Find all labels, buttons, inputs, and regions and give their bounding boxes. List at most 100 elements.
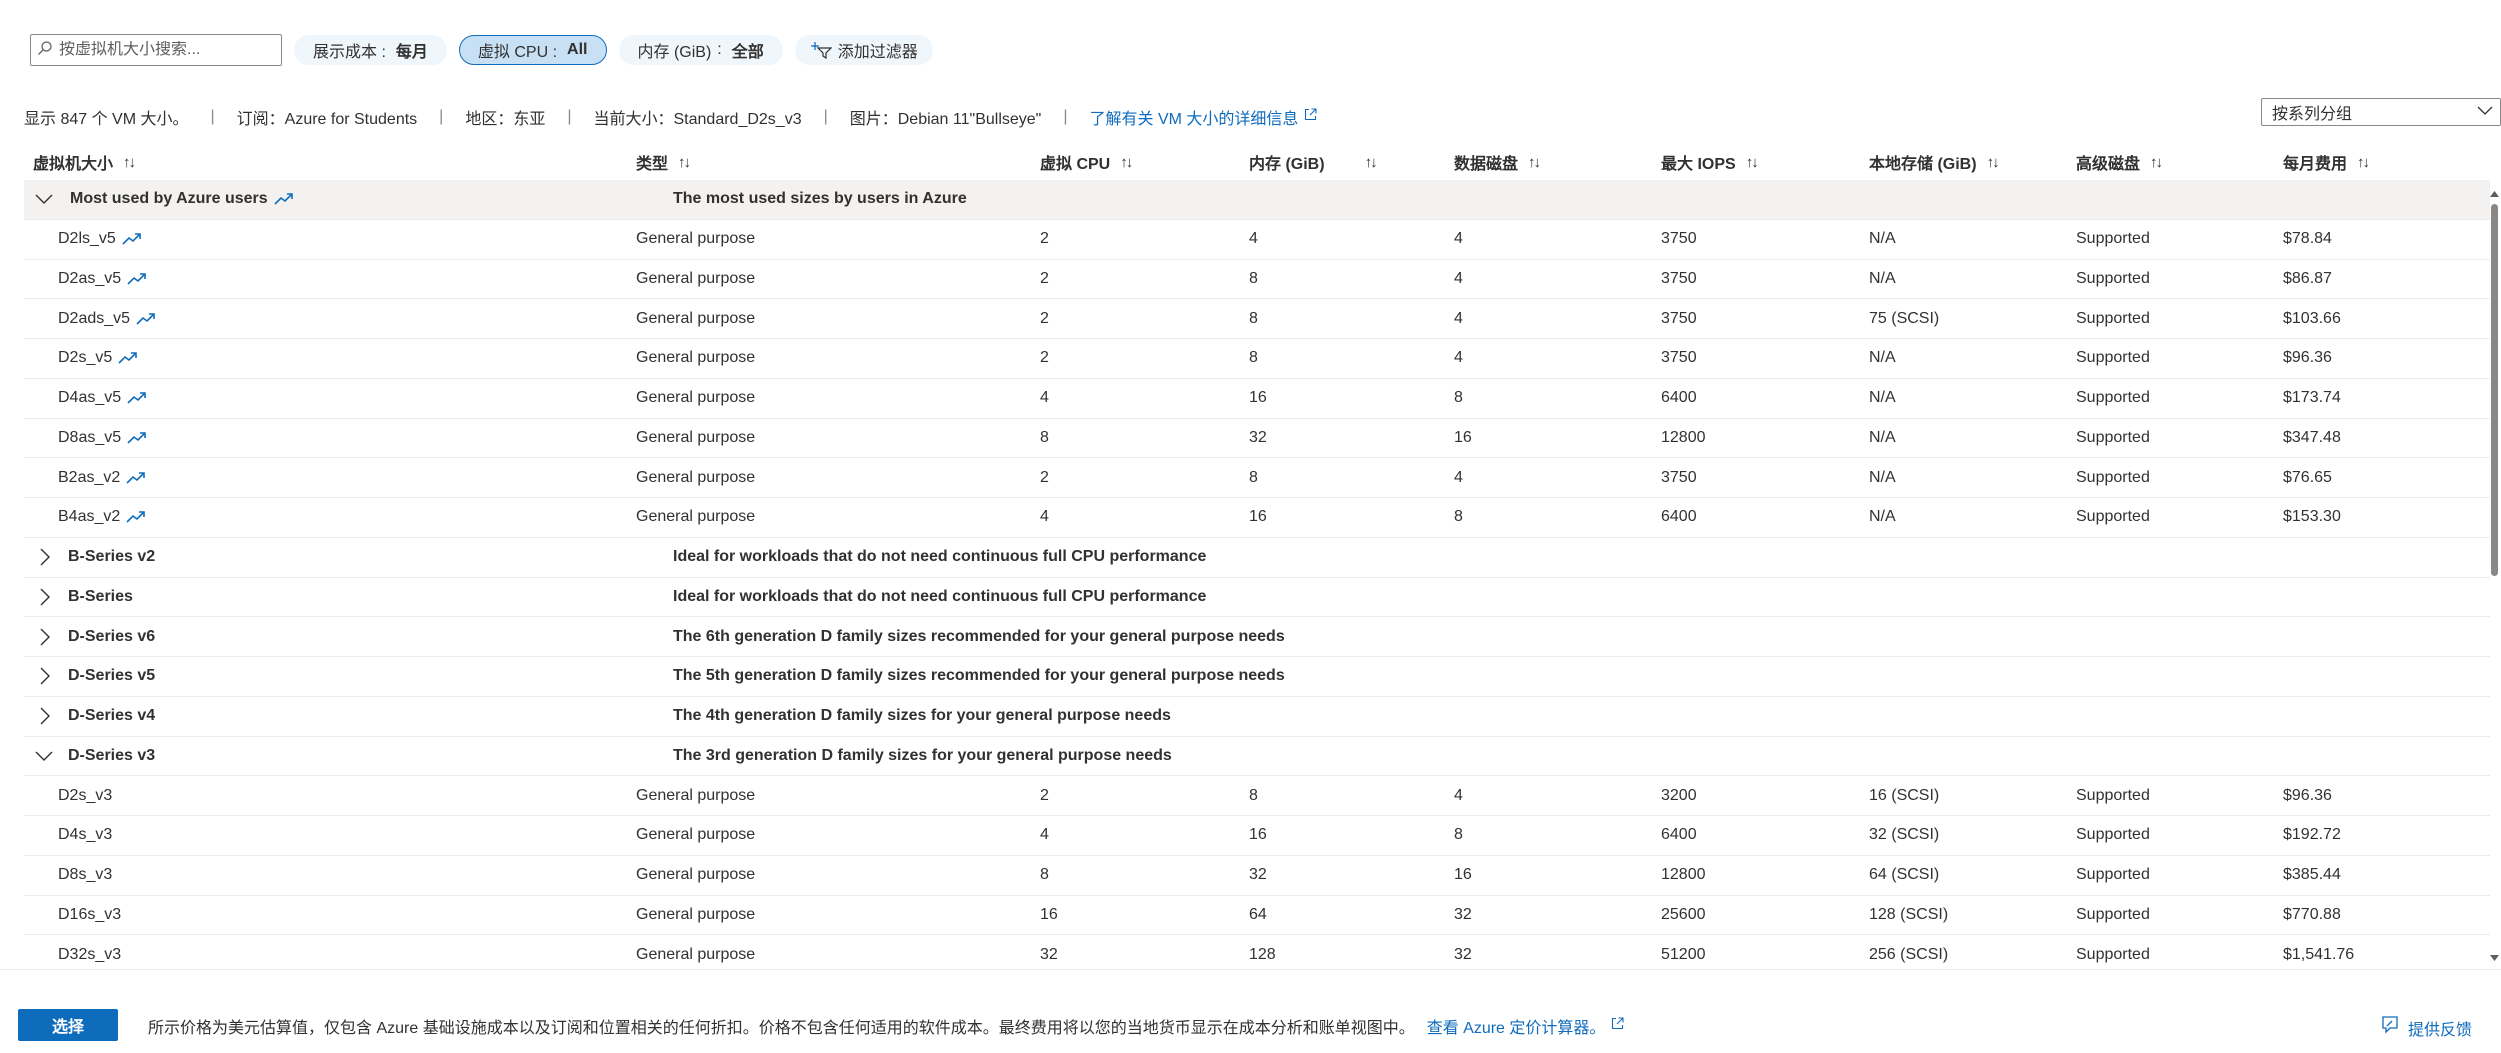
cell-max-iops: 3200 [1661,776,1697,815]
cell-local-storage-value: 64 (SCSI) [1869,866,1940,884]
cell-vcpu: 2 [1040,776,1049,815]
group-row[interactable]: B-Series Ideal for workloads that do not … [24,578,2490,618]
cell-monthly-cost-value: $96.36 [2283,349,2332,367]
column-header-local-storage[interactable]: 本地存储 (GiB) ↑↓ [1869,144,2000,180]
cell-premium-disk: Supported [2076,299,2150,338]
cell-size-value: D2s_v3 [58,786,113,804]
table-row[interactable]: D4s_v3 General purpose 4 16 8 6400 32 (SCSI) Su… [24,816,2490,856]
scrollbar-thumb[interactable] [2491,204,2498,576]
table-scrollbar[interactable] [2488,188,2501,964]
column-header-premium-disk[interactable]: 高级磁盘 ↑↓ [2076,144,2163,180]
column-header-monthly-cost[interactable]: 每月费用 ↑↓ [2283,144,2370,180]
cell-memory: 16 [1249,816,1267,855]
scroll-up-icon[interactable] [2488,188,2501,200]
search-input[interactable] [59,41,259,59]
table-row[interactable]: D8s_v3 General purpose 8 32 16 12800 64 (SCSI)… [24,856,2490,896]
cell-local-storage-value: 75 (SCSI) [1869,309,1940,327]
chevron-right-icon[interactable] [39,578,51,617]
table-row[interactable]: D8as_v5 General purpose 8 32 16 12800 N/A Suppo… [24,419,2490,459]
table-row[interactable]: D4as_v5 General purpose 4 16 8 6400 N/A Support… [24,379,2490,419]
cell-data-disks: 16 [1454,856,1472,895]
trending-icon [122,232,142,246]
cell-memory: 8 [1249,776,1258,815]
add-filter-button[interactable]: 添加过滤器 [794,35,933,65]
cell-monthly-cost-value: $173.74 [2283,389,2341,407]
cell-premium-disk: Supported [2076,935,2150,964]
table-row[interactable]: B2as_v2 General purpose 2 8 4 3750 N/A Supporte… [24,458,2490,498]
group-by-dropdown[interactable]: 按系列分组 [2261,98,2501,126]
cell-type-value: General purpose [636,269,756,287]
cell-type-value: General purpose [636,786,756,804]
cell-size-value: D8as_v5 [58,428,122,446]
select-button[interactable]: 选择 [18,1009,118,1041]
cell-premium-disk-value: Supported [2076,826,2150,844]
cell-premium-disk-value: Supported [2076,309,2150,327]
cell-premium-disk-value: Supported [2076,945,2150,963]
column-header-vcpu[interactable]: 虚拟 CPU ↑↓ [1040,144,1133,180]
cell-premium-disk: Supported [2076,220,2150,259]
group-row[interactable]: Most used by Azure users The most used si… [24,180,2490,220]
column-header-type[interactable]: 类型 ↑↓ [636,144,691,180]
cost-filter-pill[interactable]: 展示成本 : 每月 [294,35,447,65]
cell-max-iops: 25600 [1661,896,1706,935]
column-header-size[interactable]: 虚拟机大小 ↑↓ [33,144,136,180]
chevron-right-icon[interactable] [39,697,51,736]
divider: | [1063,108,1068,125]
table-row[interactable]: D2as_v5 General purpose 2 8 4 3750 N/A Supporte… [24,260,2490,300]
cell-monthly-cost: $153.30 [2283,498,2341,537]
chevron-right-icon[interactable] [39,617,51,656]
chevron-down-icon[interactable] [34,180,54,219]
scroll-down-icon[interactable] [2488,952,2501,964]
cell-type-value: General purpose [636,349,756,367]
table-row[interactable]: D32s_v3 General purpose 32 128 32 51200 256 (S… [24,935,2490,964]
pricing-calculator-link[interactable]: 查看 Azure 定价计算器。 [1427,1014,1625,1038]
pricing-note: 所示价格为美元估算值，仅包含 Azure 基础设施成本以及订阅和位置相关的任何折… [148,1014,1624,1038]
chevron-right-icon[interactable] [39,538,51,577]
chevron-down-icon[interactable] [34,737,54,776]
group-row[interactable]: D-Series v3 The 3rd generation D family s… [24,737,2490,777]
cell-monthly-cost-value: $86.87 [2283,269,2332,287]
cell-size-value: D2as_v5 [58,269,122,287]
group-row[interactable]: D-Series v5 The 5th generation D family s… [24,657,2490,697]
cell-max-iops: 3750 [1661,339,1697,378]
subscription-info: 订阅：Azure for Students [236,111,418,128]
sort-icon: ↑↓ [678,153,691,171]
learn-more-link[interactable]: 了解有关 VM 大小的详细信息 [1090,105,1318,129]
memory-filter-pill[interactable]: 内存 (GiB) : 全部 [618,35,783,65]
cell-local-storage: 64 (SCSI) [1869,856,1939,895]
cell-size: D2s_v5 [58,339,138,378]
cell-data-disks: 8 [1454,379,1463,418]
cell-size: D4as_v5 [58,379,147,418]
column-header-max-iops[interactable]: 最大 IOPS ↑↓ [1661,144,1759,180]
group-row[interactable]: B-Series v2 Ideal for workloads that do n… [24,538,2490,578]
cell-vcpu: 2 [1040,260,1049,299]
vcpu-filter-pill[interactable]: 虚拟 CPU : All [458,35,607,65]
group-row[interactable]: D-Series v6 The 6th generation D family s… [24,617,2490,657]
cell-size: D2ads_v5 [58,299,156,338]
table-row[interactable]: D2ads_v5 General purpose 2 8 4 3750 75 (SCSI) S… [24,299,2490,339]
cell-size: D2ls_v5 [58,220,142,259]
vm-count: 显示 847 个 VM 大小。 [24,111,189,128]
table-row[interactable]: D2ls_v5 General purpose 2 4 4 3750 N/A Supporte… [24,220,2490,260]
cell-monthly-cost: $192.72 [2283,816,2341,855]
cell-local-storage-value: N/A [1869,230,1896,248]
cell-monthly-cost: $96.36 [2283,339,2332,378]
cell-local-storage: N/A [1869,379,1896,418]
current-size-info: 当前大小：Standard_D2s_v3 [593,111,802,128]
table-row[interactable]: D2s_v5 General purpose 2 8 4 3750 N/A Supported… [24,339,2490,379]
feedback-button[interactable]: 提供反馈 [2380,1015,2472,1040]
chevron-right-icon[interactable] [39,657,51,696]
table-row[interactable]: D2s_v3 General purpose 2 8 4 3200 16 (SCSI) Sup… [24,776,2490,816]
cell-memory: 32 [1249,856,1267,895]
cell-type: General purpose [636,856,755,895]
column-header-data-disks[interactable]: 数据磁盘 ↑↓ [1454,144,1541,180]
table-row[interactable]: B4as_v2 General purpose 4 16 8 6400 N/A Support… [24,498,2490,538]
cell-vcpu-value: 2 [1040,269,1049,287]
group-description: The 4th generation D family sizes for yo… [673,707,1171,725]
column-header-memory[interactable]: 内存 (GiB) ↑↓ [1249,144,1378,180]
cell-memory: 8 [1249,260,1258,299]
group-row[interactable]: D-Series v4 The 4th generation D family s… [24,697,2490,737]
search-box[interactable] [30,34,282,66]
cell-vcpu: 16 [1040,896,1058,935]
table-row[interactable]: D16s_v3 General purpose 16 64 32 25600 128 (SC… [24,896,2490,936]
